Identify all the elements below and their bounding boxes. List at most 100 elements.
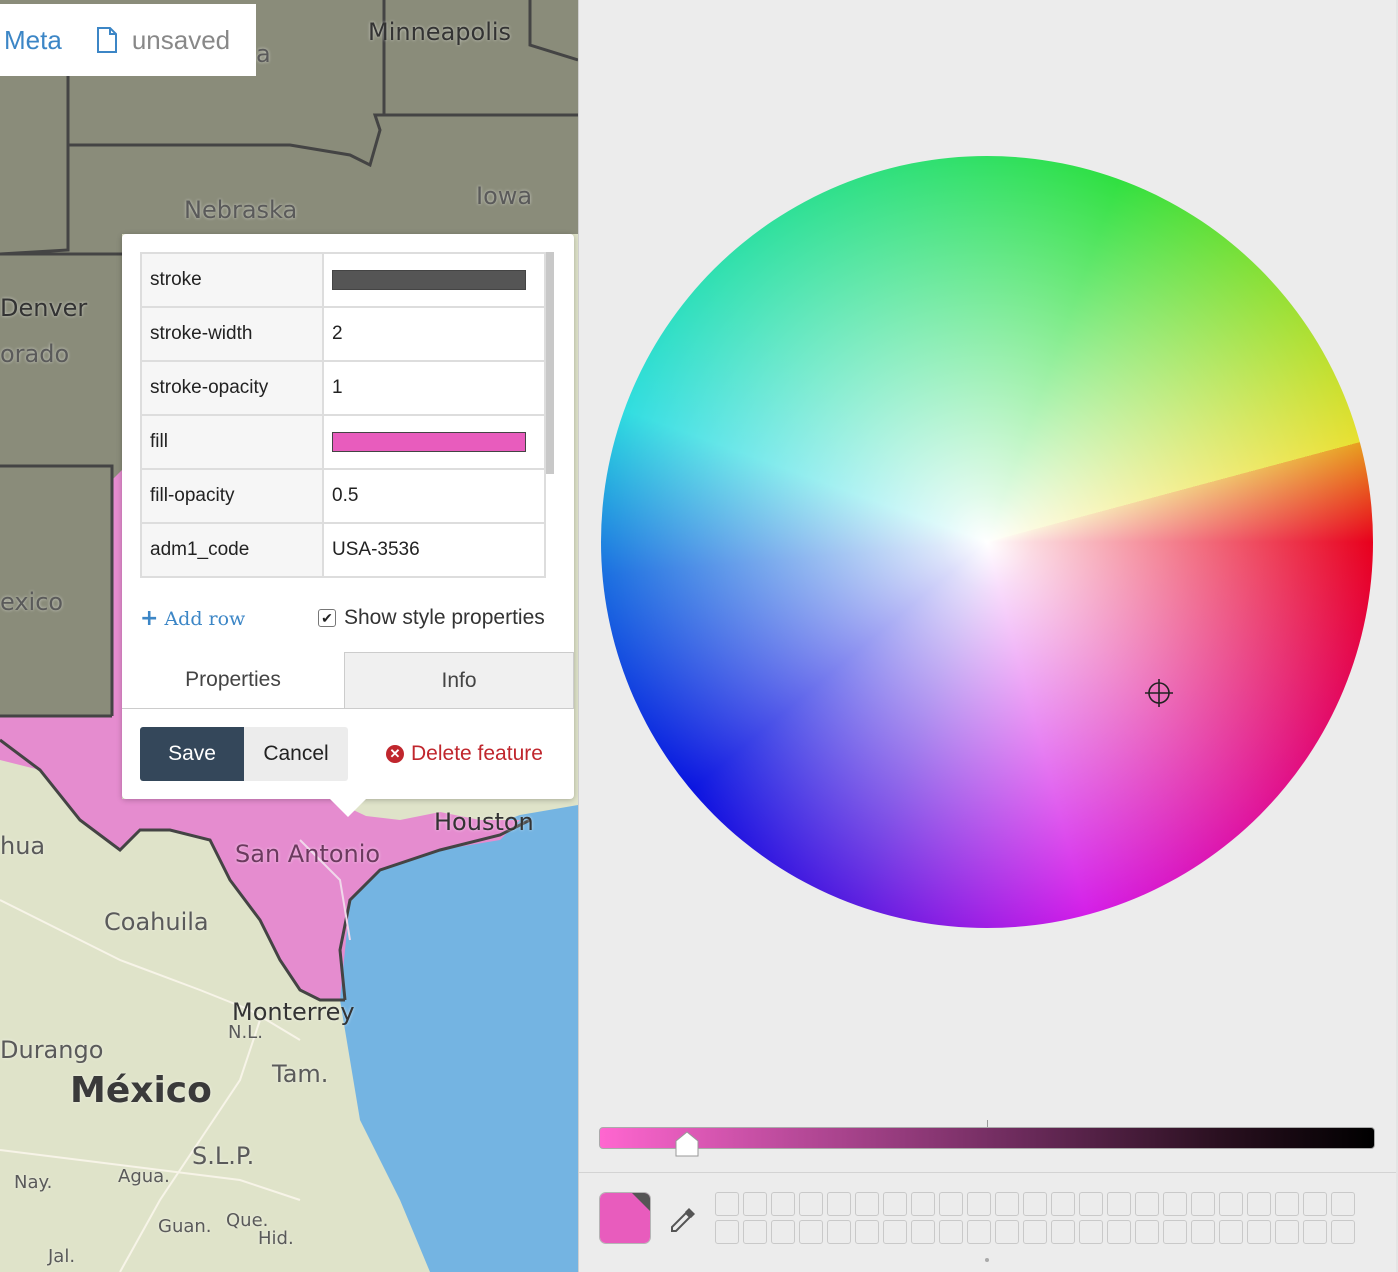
map-label-jalisco: Jal. — [48, 1246, 76, 1267]
swatch-slot[interactable] — [1135, 1220, 1159, 1244]
swatch-slot[interactable] — [1275, 1220, 1299, 1244]
swatch-slot[interactable] — [715, 1220, 739, 1244]
popup-tip — [330, 799, 366, 817]
tab-properties[interactable]: Properties — [122, 652, 344, 708]
swatch-slot[interactable] — [799, 1192, 823, 1216]
swatch-slot[interactable] — [1191, 1220, 1215, 1244]
table-row: fill — [140, 414, 546, 470]
map-label-nayarit: Nay. — [14, 1172, 53, 1193]
show-style-toggle[interactable]: ✔ Show style properties — [318, 606, 545, 630]
property-value[interactable] — [322, 414, 546, 470]
color-wheel[interactable] — [601, 156, 1373, 928]
map-label-guanajuato: Guan. — [158, 1216, 212, 1237]
swatch-slot[interactable] — [883, 1220, 907, 1244]
add-row-button[interactable]: + Add row — [140, 606, 245, 631]
swatch-slot[interactable] — [771, 1192, 795, 1216]
show-style-checkbox[interactable]: ✔ — [318, 609, 336, 627]
swatch-slot[interactable] — [743, 1220, 767, 1244]
delete-icon: ✕ — [386, 745, 404, 763]
property-key[interactable]: stroke-opacity — [140, 360, 324, 416]
eyedropper-icon[interactable] — [667, 1204, 699, 1236]
color-well-corner — [632, 1193, 650, 1211]
swatch-slot[interactable] — [911, 1192, 935, 1216]
brightness-slider[interactable] — [599, 1127, 1375, 1149]
slider-thumb[interactable] — [675, 1131, 699, 1157]
property-key[interactable]: fill-opacity — [140, 468, 324, 524]
swatch-slot[interactable] — [1247, 1192, 1271, 1216]
swatch-slot[interactable] — [995, 1220, 1019, 1244]
swatch-slot[interactable] — [1219, 1192, 1243, 1216]
swatch-slot[interactable] — [1135, 1192, 1159, 1216]
swatch-slot[interactable] — [855, 1192, 879, 1216]
swatch-slot[interactable] — [883, 1192, 907, 1216]
property-key[interactable]: fill — [140, 414, 324, 470]
cancel-button[interactable]: Cancel — [244, 727, 348, 781]
swatch-slot[interactable] — [855, 1220, 879, 1244]
swatch-slot[interactable] — [1331, 1192, 1355, 1216]
map-label-coahuila: Coahuila — [104, 908, 209, 936]
swatch-slot[interactable] — [771, 1220, 795, 1244]
swatch-slot[interactable] — [1219, 1220, 1243, 1244]
swatch-slot[interactable] — [967, 1192, 991, 1216]
swatch-slot[interactable] — [799, 1220, 823, 1244]
property-key[interactable]: stroke — [140, 252, 324, 308]
swatch-slot[interactable] — [827, 1192, 851, 1216]
resize-handle[interactable] — [985, 1258, 989, 1262]
property-value[interactable] — [322, 252, 546, 308]
property-value[interactable]: 2 — [322, 306, 546, 362]
swatch-slot[interactable] — [1051, 1192, 1075, 1216]
map-label-denver: Denver — [0, 294, 88, 322]
swatch-slot[interactable] — [1191, 1192, 1215, 1216]
tab-info[interactable]: Info — [344, 652, 574, 708]
swatch-slot[interactable] — [939, 1220, 963, 1244]
swatch-slot[interactable] — [1079, 1220, 1103, 1244]
swatch-slot[interactable] — [1303, 1220, 1327, 1244]
swatch-slot[interactable] — [1107, 1192, 1131, 1216]
swatch-slot[interactable] — [1331, 1220, 1355, 1244]
swatch-slot[interactable] — [1107, 1220, 1131, 1244]
swatch-slot[interactable] — [743, 1192, 767, 1216]
swatch-slot[interactable] — [995, 1192, 1019, 1216]
property-value[interactable]: 0.5 — [322, 468, 546, 524]
swatch-slot[interactable] — [1275, 1192, 1299, 1216]
property-value[interactable]: USA-3536 — [322, 522, 546, 578]
swatch-slot[interactable] — [939, 1192, 963, 1216]
save-button[interactable]: Save — [140, 727, 244, 781]
swatch-slot[interactable] — [1051, 1220, 1075, 1244]
property-value[interactable]: 1 — [322, 360, 546, 416]
table-scrollbar[interactable] — [546, 252, 554, 474]
swatch-slot[interactable] — [827, 1220, 851, 1244]
map-label-colorado: orado — [0, 340, 70, 368]
document-icon — [96, 27, 117, 53]
add-row-label: Add row — [164, 607, 246, 630]
swatch-slot[interactable] — [967, 1220, 991, 1244]
swatch-slot[interactable] — [1247, 1220, 1271, 1244]
plus-icon: + — [140, 606, 159, 631]
crosshair-icon[interactable] — [1145, 679, 1173, 707]
current-color-well[interactable] — [599, 1192, 651, 1244]
save-status: unsaved — [131, 24, 231, 55]
fill-color-swatch[interactable] — [332, 432, 526, 452]
swatch-slot[interactable] — [911, 1220, 935, 1244]
table-row: stroke-opacity 1 — [140, 360, 546, 416]
color-picker-window — [578, 0, 1398, 1272]
map-label-nl: N.L. — [228, 1022, 263, 1043]
property-key[interactable]: stroke-width — [140, 306, 324, 362]
swatch-slot[interactable] — [1023, 1192, 1047, 1216]
swatch-slot[interactable] — [1163, 1220, 1187, 1244]
meta-menu-link[interactable]: Meta — [4, 25, 62, 56]
map-label-houston: Houston — [434, 808, 534, 836]
map-label-iowa: Iowa — [476, 182, 533, 210]
property-key[interactable]: adm1_code — [140, 522, 324, 578]
map-label-tamaulipas: Tam. — [272, 1060, 329, 1088]
swatch-slot[interactable] — [1023, 1220, 1047, 1244]
swatch-slot[interactable] — [1163, 1192, 1187, 1216]
swatch-slot[interactable] — [715, 1192, 739, 1216]
map-label-aguascalientes: Agua. — [118, 1166, 170, 1187]
swatch-slot[interactable] — [1303, 1192, 1327, 1216]
table-row: stroke — [140, 252, 546, 308]
delete-feature-button[interactable]: ✕ Delete feature — [386, 727, 543, 781]
stroke-color-swatch[interactable] — [332, 270, 526, 290]
swatch-slot[interactable] — [1079, 1192, 1103, 1216]
map-label-partial: a — [256, 40, 271, 68]
